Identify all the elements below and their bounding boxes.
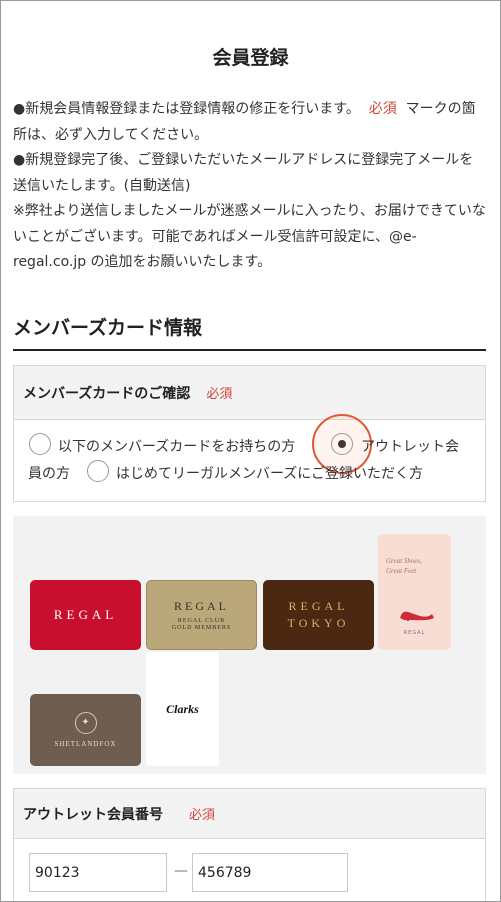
shetlandfox-emblem-icon: ✦ bbox=[74, 712, 97, 734]
clarks-card-image: Clarks bbox=[146, 652, 219, 766]
required-badge: 必須 bbox=[206, 387, 233, 402]
outlet-number-part2-input[interactable] bbox=[192, 853, 348, 892]
card-confirm-options: 以下のメンバーズカードをお持ちの方 アウトレット会 員の方 はじめてリーガルメン… bbox=[14, 414, 485, 502]
tokyo-card-line1: REGAL bbox=[288, 599, 349, 613]
regal-gold-card-image: REGAL REGAL CLUB GOLD MEMBERS bbox=[146, 580, 257, 650]
outlet-number-part1-input[interactable] bbox=[29, 853, 167, 892]
regal-tokyo-card-image: REGAL TOKYO bbox=[263, 580, 374, 650]
page-frame: 会員登録 ●新規会員情報登録または登録情報の修正を行います。 必須 マークの箇所… bbox=[0, 0, 501, 902]
pink-card-brand: REGAL bbox=[403, 630, 426, 636]
radio-outlet-member-label-cont[interactable]: 員の方 bbox=[28, 463, 70, 483]
outlet-number-header: アウトレット会員番号 必須 bbox=[14, 789, 485, 839]
page-title: 会員登録 bbox=[212, 47, 289, 69]
radio-outlet-member[interactable] bbox=[331, 433, 353, 455]
required-badge: 必須 bbox=[189, 808, 216, 823]
registration-notes: ●新規会員情報登録または登録情報の修正を行います。 必須 マークの箇所は、必ず入… bbox=[13, 97, 486, 276]
pink-shoe-card-image: Great Shoes, Great Feet REGAL bbox=[378, 534, 451, 650]
gold-card-logo: REGAL bbox=[174, 599, 229, 613]
radio-first-time[interactable] bbox=[87, 460, 109, 482]
shetlandfox-card-name: SHETLANDFOX bbox=[54, 740, 117, 748]
regal-card-image: REGAL bbox=[30, 580, 141, 650]
radio-have-card-label[interactable]: 以下のメンバーズカードをお持ちの方 bbox=[58, 436, 295, 456]
tokyo-card-line2: TOKYO bbox=[287, 616, 350, 630]
note-required-mark: 必須 bbox=[368, 101, 397, 117]
gold-card-sub2: GOLD MEMBERS bbox=[171, 625, 232, 631]
section-divider bbox=[13, 349, 486, 351]
note-1: ●新規会員情報登録または登録情報の修正を行います。 必須 マークの箇所は、必ず入… bbox=[13, 97, 486, 148]
pink-card-script-2: Great Feet bbox=[386, 567, 417, 575]
members-cards-panel: REGAL REGAL REGAL CLUB GOLD MEMBERS REGA… bbox=[13, 516, 486, 774]
radio-outlet-member-label[interactable]: アウトレット会 bbox=[361, 436, 459, 456]
shoe-icon bbox=[400, 611, 434, 621]
clarks-card-logo: Clarks bbox=[166, 701, 199, 716]
section-heading: メンバーズカード情報 bbox=[13, 317, 203, 339]
outlet-number-separator: — bbox=[174, 863, 188, 879]
card-confirm-group: メンバーズカードのご確認 必須 以下のメンバーズカードをお持ちの方 アウトレット… bbox=[13, 365, 486, 502]
gold-card-sub1: REGAL CLUB bbox=[177, 618, 226, 624]
outlet-number-label: アウトレット会員番号 bbox=[23, 806, 163, 823]
regal-card-logo: REGAL bbox=[53, 607, 118, 622]
shetlandfox-card-image: ✦ SHETLANDFOX bbox=[30, 694, 141, 766]
card-confirm-label: メンバーズカードのご確認 bbox=[23, 385, 191, 402]
note-2: ●新規登録完了後、ご登録いただいたメールアドレスに登録完了メールを送信いたします… bbox=[13, 152, 474, 194]
pink-card-script: Great Shoes, Great Feet bbox=[386, 556, 422, 576]
note-1-text: ●新規会員情報登録または登録情報の修正を行います。 bbox=[13, 101, 360, 117]
note-3: ※弊社より送信しましたメールが迷惑メールに入ったり、お届けできていないことがござ… bbox=[13, 203, 486, 270]
pink-card-script-1: Great Shoes, bbox=[386, 557, 422, 565]
radio-first-time-label[interactable]: はじめてリーガルメンバーズにご登録いただく方 bbox=[116, 463, 423, 483]
radio-have-card[interactable] bbox=[29, 433, 51, 455]
card-confirm-header: メンバーズカードのご確認 必須 bbox=[14, 366, 485, 420]
outlet-number-group: アウトレット会員番号 必須 — bbox=[13, 788, 486, 901]
